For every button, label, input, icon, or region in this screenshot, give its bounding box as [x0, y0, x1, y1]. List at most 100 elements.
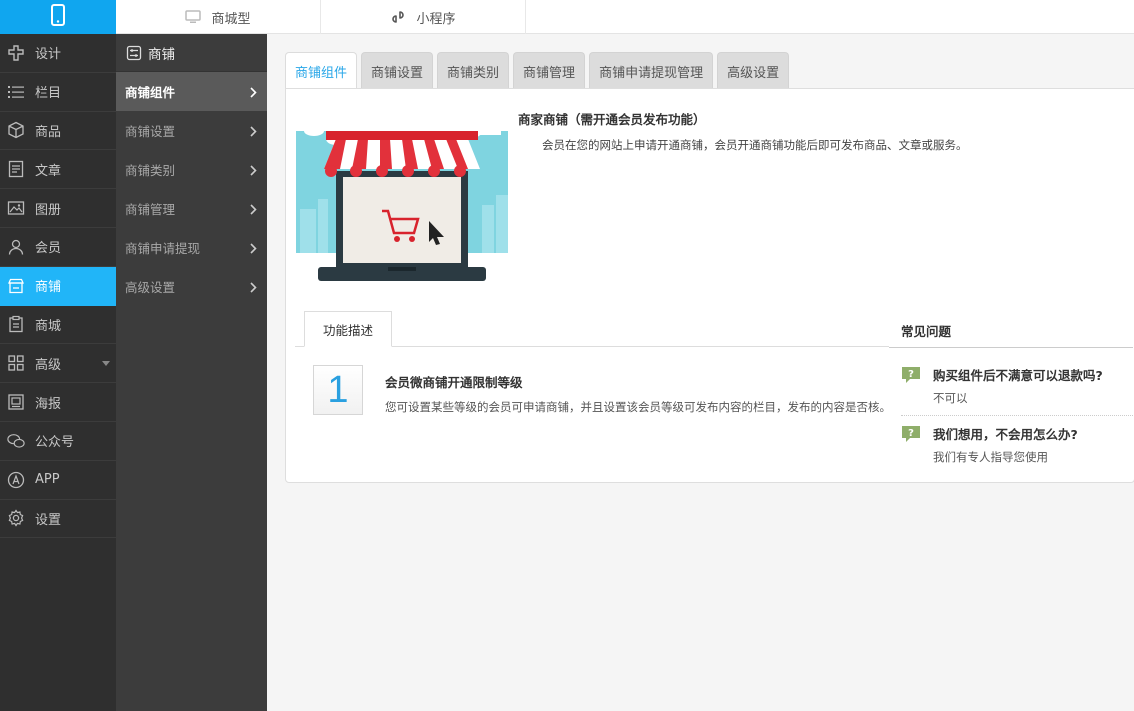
step-number-badge: 1 — [313, 365, 363, 415]
sub-item-label: 商铺组件 — [125, 85, 176, 100]
sidebar-item-design[interactable]: 设计 — [0, 34, 116, 73]
tab-withdrawal-management[interactable]: 商铺申请提现管理 — [589, 52, 714, 89]
step-description: 您可设置某些等级的会员可申请商铺，并且设置该会员等级可发布内容的栏目，发布的内容… — [385, 400, 891, 414]
sidebar-item-label: 高级 — [35, 357, 62, 373]
chevron-down-icon — [102, 361, 110, 367]
store-banner-image — [296, 109, 508, 294]
sub-item-store-component[interactable]: 商铺组件 — [116, 72, 267, 111]
svg-text:?: ? — [908, 428, 914, 439]
tab-store-settings[interactable]: 商铺设置 — [361, 52, 434, 89]
faq-title: 常见问题 — [901, 324, 952, 339]
article-icon — [7, 160, 25, 178]
top-tab-mall[interactable]: 商城型 — [116, 0, 321, 34]
poster-icon — [7, 393, 25, 411]
sub-item-store-settings[interactable]: 商铺设置 — [116, 111, 267, 150]
chevron-right-icon — [250, 86, 257, 101]
faq-answer: 不可以 — [933, 391, 968, 405]
store-icon — [7, 277, 25, 295]
chevron-right-icon — [250, 164, 257, 179]
app-icon — [7, 471, 25, 489]
step-title: 会员微商铺开通限制等级 — [385, 375, 523, 390]
tab-feature-description[interactable]: 功能描述 — [304, 311, 392, 347]
gear-icon — [7, 509, 25, 528]
sidebar-item-label: APP — [35, 472, 60, 488]
sub-item-label: 商铺管理 — [125, 202, 176, 217]
question-icon: ? — [901, 425, 921, 443]
component-panel: 商家商铺（需开通会员发布功能） 会员在您的网站上申请开通商铺，会员开通商铺功能后… — [285, 88, 1134, 483]
top-tab-miniprogram[interactable]: 小程序 — [321, 0, 526, 34]
chevron-right-icon — [250, 125, 257, 140]
sub-item-store-management[interactable]: 商铺管理 — [116, 189, 267, 228]
sidebar-item-app[interactable]: APP — [0, 461, 116, 500]
sidebar-item-label: 设计 — [35, 47, 62, 63]
clipboard-icon — [7, 315, 25, 333]
intro-title: 商家商铺（需开通会员发布功能） — [518, 112, 706, 127]
faq-answer: 我们有专人指导您使用 — [933, 450, 1048, 464]
chevron-right-icon — [250, 203, 257, 218]
faq-question: 购买组件后不满意可以退款吗? — [933, 368, 1103, 383]
sidebar-item-store[interactable]: 商铺 — [0, 266, 116, 306]
sidebar-item-official-account[interactable]: 公众号 — [0, 422, 116, 461]
faq-question: 我们想用，不会用怎么办? — [933, 427, 1078, 442]
image-icon — [7, 199, 25, 217]
sub-item-label: 高级设置 — [125, 280, 176, 295]
grid-icon — [7, 354, 25, 372]
sub-item-label: 商铺设置 — [125, 124, 176, 139]
sub-sidebar: 商铺 商铺组件 商铺设置 商铺类别 商铺管理 商铺申请提现 高级设置 — [116, 34, 267, 711]
sidebar-item-members[interactable]: 会员 — [0, 228, 116, 267]
sidebar-item-columns[interactable]: 栏目 — [0, 73, 116, 112]
app-root: 商城型 小程序 设计 栏目 商品 文章 图册 会员 商铺 商城 高级 海报 公众… — [0, 0, 1134, 711]
sidebar-item-label: 设置 — [35, 512, 62, 528]
sub-item-store-category[interactable]: 商铺类别 — [116, 150, 267, 189]
tab-store-management[interactable]: 商铺管理 — [513, 52, 586, 89]
question-icon: ? — [901, 366, 921, 384]
link-icon — [390, 9, 406, 25]
wechat-icon — [7, 432, 25, 450]
svg-text:?: ? — [908, 369, 914, 380]
tab-store-category[interactable]: 商铺类别 — [437, 52, 510, 89]
sidebar-item-mall[interactable]: 商城 — [0, 306, 116, 345]
top-tab-label: 商城型 — [211, 11, 251, 27]
sub-sidebar-header: 商铺 — [116, 34, 267, 72]
phone-icon — [51, 4, 65, 30]
top-bar: 商城型 小程序 — [116, 0, 1134, 34]
sub-item-advanced-settings[interactable]: 高级设置 — [116, 267, 267, 306]
sidebar-item-label: 商城 — [35, 318, 62, 334]
box-icon — [7, 121, 25, 139]
sub-sidebar-title: 商铺 — [148, 46, 175, 63]
sidebar-item-settings[interactable]: 设置 — [0, 500, 116, 539]
sidebar-item-label: 商品 — [35, 124, 62, 140]
tab-store-component[interactable]: 商铺组件 — [285, 52, 358, 89]
sidebar-item-poster[interactable]: 海报 — [0, 383, 116, 422]
sidebar-item-label: 文章 — [35, 163, 62, 179]
chevron-right-icon — [250, 242, 257, 257]
sidebar-item-articles[interactable]: 文章 — [0, 150, 116, 190]
settings-list-icon — [126, 45, 142, 61]
mobile-mode-button[interactable] — [0, 0, 116, 34]
design-icon — [7, 44, 25, 62]
sidebar-item-label: 商铺 — [35, 280, 62, 296]
sub-item-label: 商铺申请提现 — [125, 241, 201, 256]
faq-item: ? 购买组件后不满意可以退款吗? 不可以 — [901, 365, 1133, 406]
tab-advanced-settings[interactable]: 高级设置 — [717, 52, 790, 89]
sidebar-item-products[interactable]: 商品 — [0, 112, 116, 151]
sidebar-item-label: 会员 — [35, 241, 62, 257]
user-icon — [7, 238, 25, 256]
chevron-right-icon — [250, 281, 257, 296]
faq-item: ? 我们想用，不会用怎么办? 我们有专人指导您使用 — [901, 424, 1133, 465]
main-content: 商铺组件 商铺设置 商铺类别 商铺管理 商铺申请提现管理 高级设置 商家商铺（需… — [285, 52, 1134, 483]
sub-item-label: 商铺类别 — [125, 163, 176, 178]
sub-item-withdrawal[interactable]: 商铺申请提现 — [116, 228, 267, 267]
main-sidebar: 设计 栏目 商品 文章 图册 会员 商铺 商城 高级 海报 公众号 APP 设置 — [0, 34, 116, 711]
sidebar-item-label: 海报 — [35, 396, 62, 412]
sidebar-item-label: 栏目 — [35, 86, 62, 102]
sidebar-item-advanced[interactable]: 高级 — [0, 344, 116, 384]
faq-divider — [889, 347, 1133, 348]
faq-separator — [901, 415, 1133, 416]
intro-text: 会员在您的网站上申请开通商铺，会员开通商铺功能后即可发布商品、文章或服务。 — [542, 138, 968, 152]
sidebar-item-label: 公众号 — [35, 435, 75, 451]
content-tabs: 商铺组件 商铺设置 商铺类别 商铺管理 商铺申请提现管理 高级设置 — [285, 52, 1134, 89]
sidebar-item-gallery[interactable]: 图册 — [0, 189, 116, 228]
top-tab-label: 小程序 — [416, 11, 456, 27]
monitor-icon — [185, 10, 202, 24]
